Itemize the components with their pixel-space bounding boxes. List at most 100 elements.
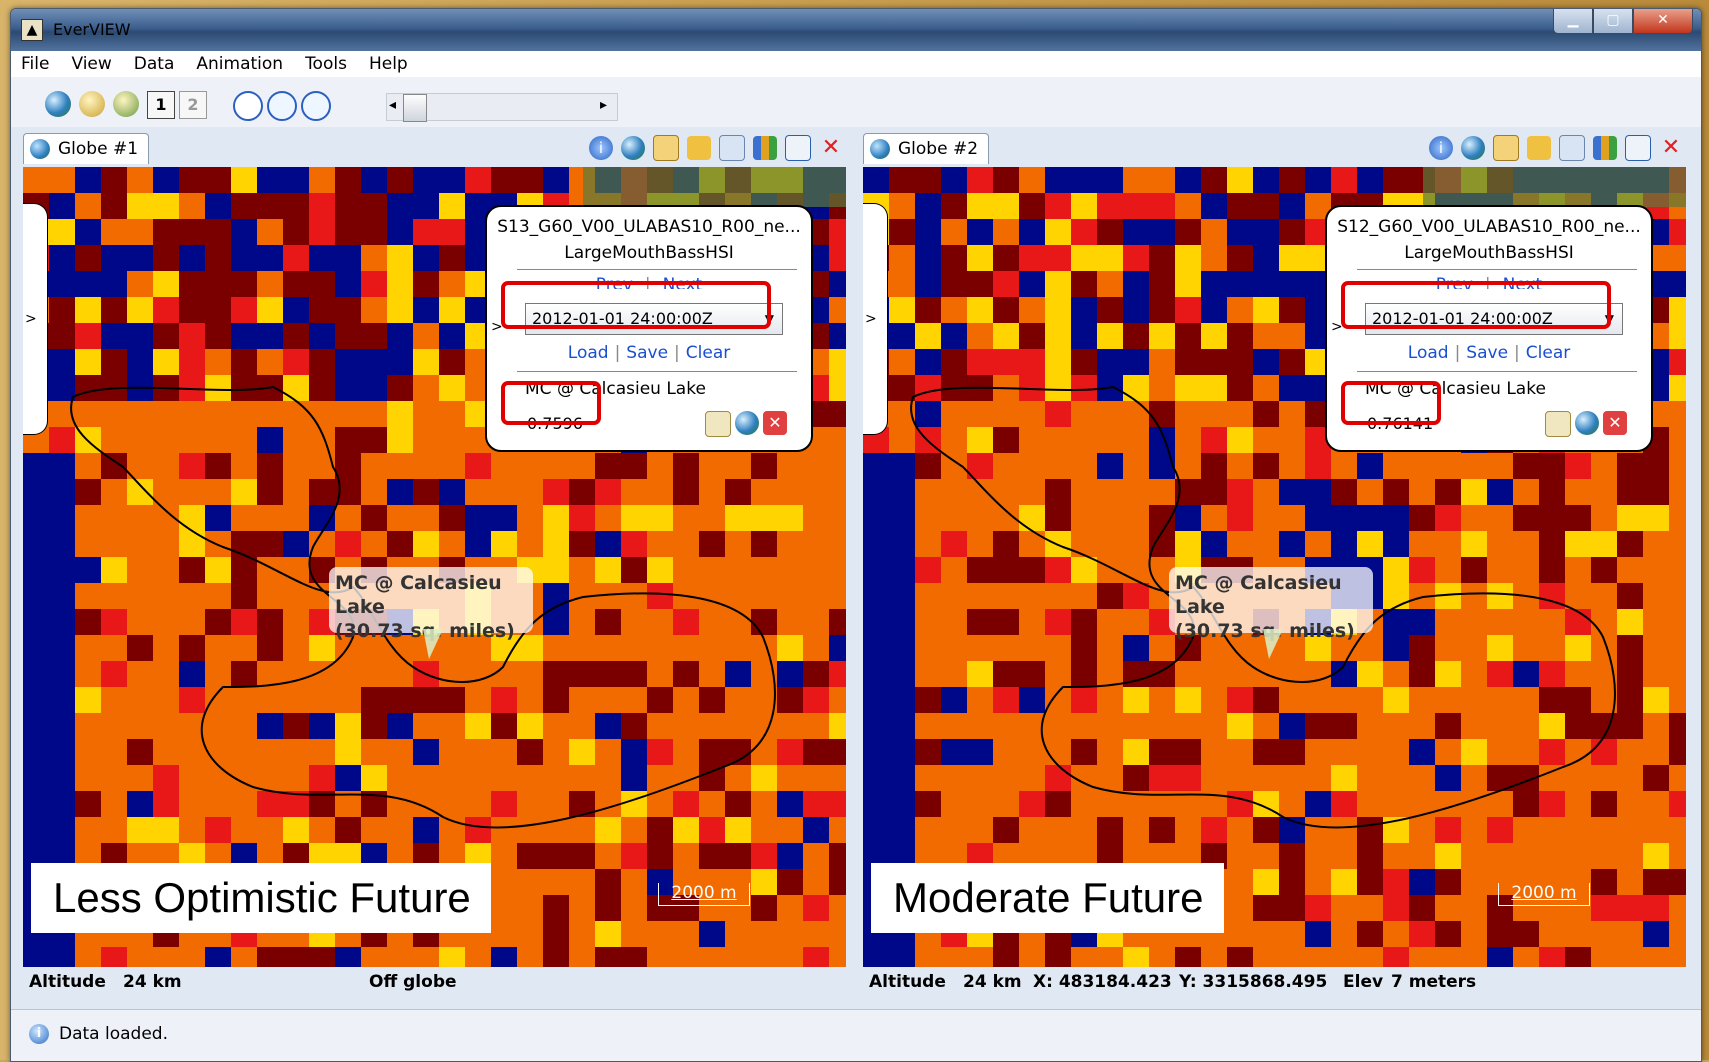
- clear-link[interactable]: Clear: [1526, 343, 1570, 363]
- lock-icon[interactable]: [1527, 136, 1551, 160]
- chart-icon[interactable]: [1593, 136, 1617, 160]
- layer-open-icon[interactable]: [79, 91, 105, 117]
- raster-cell: [1201, 167, 1227, 193]
- globe-add-icon[interactable]: [45, 91, 71, 117]
- dual-view-icon[interactable]: 2: [179, 91, 207, 119]
- split-view-icon[interactable]: [785, 135, 811, 161]
- menu-help[interactable]: Help: [369, 54, 408, 74]
- info-icon[interactable]: i: [1429, 136, 1453, 160]
- table-icon[interactable]: [719, 135, 745, 161]
- info-icon[interactable]: i: [589, 136, 613, 160]
- raster-cell: [1253, 271, 1279, 297]
- close-pane-icon[interactable]: ✕: [1659, 136, 1683, 160]
- raster-cell: [1305, 791, 1331, 817]
- raster-cell: [803, 531, 829, 557]
- raster-cell: [941, 349, 967, 375]
- close-window-button[interactable]: ✕: [1633, 9, 1693, 34]
- time-slider[interactable]: ◂ ▸: [386, 93, 618, 122]
- raster-cell: [491, 947, 517, 967]
- slider-right-arrow-icon[interactable]: ▸: [600, 97, 607, 113]
- globe-map[interactable]: > > S12_G60_V00_ULABAS10_R00_ne... Large…: [863, 167, 1686, 967]
- raster-cell: [101, 739, 127, 765]
- raster-cell: [1669, 427, 1686, 453]
- raster-cell: [725, 479, 751, 505]
- layer-panel-toggle[interactable]: >: [863, 203, 888, 435]
- menu-animation[interactable]: Animation: [196, 54, 283, 74]
- raster-cell: [465, 947, 491, 967]
- raster-cell: [283, 479, 309, 505]
- layer-save-icon[interactable]: [113, 91, 139, 117]
- raster-cell: [309, 765, 335, 791]
- lock-sync-icon[interactable]: [653, 135, 679, 161]
- raster-cell: [361, 401, 387, 427]
- raster-cell: [829, 609, 846, 635]
- globe-map[interactable]: > > S13_G60_V00_ULABAS10_R00_ne... Large…: [23, 167, 846, 967]
- chart-icon[interactable]: [753, 136, 777, 160]
- table-icon[interactable]: [1559, 135, 1585, 161]
- globe-icon[interactable]: [621, 136, 645, 160]
- raster-cell: [1149, 687, 1175, 713]
- raster-cell: [1019, 297, 1045, 323]
- raster-cell: [1253, 167, 1279, 193]
- title-bar[interactable]: ▲ EverVIEW ▁ ▢ ✕: [11, 9, 1701, 51]
- raster-cell: [1097, 635, 1123, 661]
- globe-icon[interactable]: [1461, 136, 1485, 160]
- raster-cell: [967, 427, 993, 453]
- slider-thumb[interactable]: [403, 94, 427, 122]
- delete-icon[interactable]: ✕: [1603, 411, 1627, 435]
- menu-tools[interactable]: Tools: [305, 54, 347, 74]
- raster-cell: [101, 713, 127, 739]
- menu-file[interactable]: File: [21, 54, 49, 74]
- clear-link[interactable]: Clear: [686, 343, 730, 363]
- raster-cell: [673, 817, 699, 843]
- play-icon[interactable]: [267, 91, 297, 121]
- raster-cell: [1435, 635, 1461, 661]
- minimize-button[interactable]: ▁: [1553, 9, 1593, 34]
- single-view-icon[interactable]: 1: [147, 91, 175, 119]
- layer-panel-toggle[interactable]: >: [23, 203, 48, 435]
- raster-cell: [725, 843, 751, 869]
- raster-cell: [941, 947, 967, 967]
- globe-icon[interactable]: [1575, 411, 1599, 435]
- raster-cell: [993, 245, 1019, 271]
- raster-cell: [941, 193, 967, 219]
- edit-icon[interactable]: [705, 411, 731, 437]
- variable-name: LargeMouthBassHSI: [564, 243, 734, 263]
- lock-icon[interactable]: [687, 136, 711, 160]
- raster-cell: [993, 557, 1019, 583]
- raster-cell: [1461, 661, 1487, 687]
- raster-cell: [889, 193, 915, 219]
- scenario-caption: Less Optimistic Future: [31, 863, 491, 933]
- stop-icon[interactable]: [233, 91, 263, 121]
- raster-cell: [1409, 453, 1435, 479]
- raster-cell: [1357, 947, 1383, 967]
- raster-cell: [1513, 687, 1539, 713]
- raster-cell: [1045, 583, 1071, 609]
- edit-icon[interactable]: [1545, 411, 1571, 437]
- raster-cell: [309, 193, 335, 219]
- menu-view[interactable]: View: [71, 54, 111, 74]
- load-link[interactable]: Load: [1408, 343, 1449, 363]
- globe-icon[interactable]: [735, 411, 759, 435]
- raster-cell: [491, 895, 517, 921]
- pause-icon[interactable]: [301, 91, 331, 121]
- raster-cell: [231, 947, 257, 967]
- menu-data[interactable]: Data: [134, 54, 175, 74]
- save-link[interactable]: Save: [1466, 343, 1508, 363]
- raster-cell: [231, 375, 257, 401]
- raster-cell: [1071, 401, 1097, 427]
- raster-cell: [1461, 817, 1487, 843]
- delete-icon[interactable]: ✕: [763, 411, 787, 435]
- lock-sync-icon[interactable]: [1493, 135, 1519, 161]
- raster-cell: [205, 297, 231, 323]
- split-view-icon[interactable]: [1625, 135, 1651, 161]
- load-link[interactable]: Load: [568, 343, 609, 363]
- save-link[interactable]: Save: [626, 343, 668, 363]
- globe-tab[interactable]: Globe #1: [23, 133, 150, 164]
- close-pane-icon[interactable]: ✕: [819, 136, 843, 160]
- raster-cell: [543, 531, 569, 557]
- slider-left-arrow-icon[interactable]: ◂: [389, 97, 396, 113]
- raster-cell: [1461, 505, 1487, 531]
- maximize-button[interactable]: ▢: [1593, 9, 1633, 34]
- globe-tab[interactable]: Globe #2: [863, 133, 990, 164]
